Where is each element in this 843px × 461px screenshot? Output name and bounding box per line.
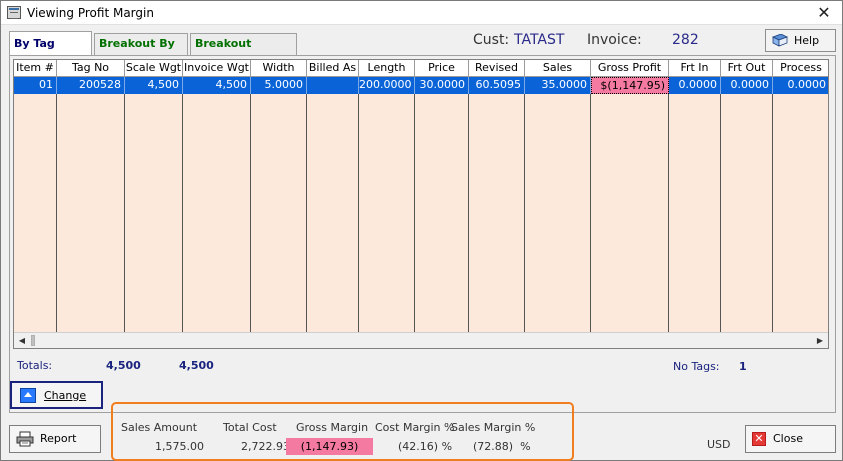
cell-sales[interactable]: 35.0000 (525, 77, 591, 94)
close-x-icon: ✕ (752, 432, 766, 446)
grid-divider (182, 94, 183, 332)
cell-scale-wgt[interactable]: 4,500 (125, 77, 183, 94)
sales-margin-label: Sales Margin % (451, 421, 536, 434)
col-header-revised[interactable]: Revised (469, 60, 525, 77)
totals-scale-wgt: 4,500 (106, 359, 141, 372)
cell-invoice-wgt[interactable]: 4,500 (183, 77, 251, 94)
help-book-icon (772, 34, 788, 47)
cell-billed-as[interactable] (307, 77, 359, 94)
horizontal-scrollbar[interactable]: ◀ ▶ (14, 332, 828, 348)
margin-summary: Sales Amount Total Cost Gross Margin Cos… (111, 402, 574, 461)
printer-icon (16, 431, 34, 447)
col-header-billed-as[interactable]: Billed As (307, 60, 359, 77)
grid-divider (772, 94, 773, 332)
col-header-frt-in[interactable]: Frt In (669, 60, 721, 77)
cell-process[interactable]: 0.0000 (773, 77, 828, 94)
col-header-scale-wgt[interactable]: Scale Wgt (125, 60, 183, 77)
col-header-process[interactable]: Process (773, 60, 828, 77)
col-header-price[interactable]: Price (415, 60, 469, 77)
no-tags-value: 1 (739, 360, 747, 373)
app-icon (7, 6, 21, 19)
window-close-icon[interactable]: ✕ (814, 3, 834, 23)
grid-divider (524, 94, 525, 332)
cell-length[interactable]: 200.0000 (359, 77, 415, 94)
cell-revised[interactable]: 60.5095 (469, 77, 525, 94)
profit-margin-window: Viewing Profit Margin ✕ By Tag Number Br… (0, 0, 843, 461)
profit-grid[interactable]: Item # Tag No Scale Wgt Invoice Wgt Widt… (13, 59, 829, 349)
grid-divider (590, 94, 591, 332)
cust-label: Cust: (473, 32, 510, 48)
cell-item[interactable]: 01 (14, 77, 57, 94)
tab-breakout-summary[interactable]: Breakout Summary (190, 33, 297, 70)
grid-divider (358, 94, 359, 332)
cust-value: TATAST (514, 32, 565, 48)
invoice-value: 282 (672, 32, 699, 48)
grid-divider (414, 94, 415, 332)
grid-divider (668, 94, 669, 332)
gross-margin-value: (1,147.93) (286, 438, 373, 455)
grid-divider (56, 94, 57, 332)
totals-invoice-wgt: 4,500 (179, 359, 214, 372)
col-header-gross-profit[interactable]: Gross Profit (591, 60, 669, 77)
scroll-left-icon[interactable]: ◀ (14, 333, 30, 348)
report-label: Report (40, 432, 77, 445)
tab-by-tag-number[interactable]: By Tag Number (9, 31, 92, 74)
sales-amount-value: 1,575.00 (155, 440, 204, 453)
help-button[interactable]: Help (765, 29, 836, 52)
help-label: Help (794, 34, 820, 47)
cell-frt-out[interactable]: 0.0000 (721, 77, 773, 94)
tab-breakout-by-line[interactable]: Breakout By Line (94, 33, 188, 70)
col-header-frt-out[interactable]: Frt Out (721, 60, 773, 77)
cost-margin-label: Cost Margin % (375, 421, 455, 434)
change-label: Change (44, 389, 87, 402)
up-arrow-icon (20, 388, 36, 403)
grid-divider (250, 94, 251, 332)
grid-divider (720, 94, 721, 332)
col-header-item[interactable]: Item # (14, 60, 57, 77)
cell-price[interactable]: 30.0000 (415, 77, 469, 94)
cell-frt-in[interactable]: 0.0000 (669, 77, 721, 94)
gross-margin-label: Gross Margin (296, 421, 369, 434)
total-cost-label: Total Cost (223, 421, 277, 434)
currency-code: USD (707, 438, 731, 451)
col-header-sales[interactable]: Sales (525, 60, 591, 77)
title-bar: Viewing Profit Margin ✕ (1, 1, 842, 25)
scroll-thumb[interactable] (31, 335, 35, 346)
col-header-width[interactable]: Width (251, 60, 307, 77)
grid-divider (468, 94, 469, 332)
window-title: Viewing Profit Margin (27, 6, 154, 20)
cell-gross-profit[interactable]: $(1,147.95) (591, 77, 669, 94)
tab-panel: Item # Tag No Scale Wgt Invoice Wgt Widt… (9, 55, 836, 413)
sales-amount-label: Sales Amount (121, 421, 198, 434)
close-label: Close (773, 432, 803, 445)
report-button[interactable]: Report (9, 425, 101, 453)
change-button[interactable]: Change (10, 381, 103, 409)
grid-divider (124, 94, 125, 332)
total-cost-value: 2,722.93 (241, 440, 290, 453)
invoice-label: Invoice: (587, 32, 642, 48)
sales-margin-value: (72.88) % (473, 440, 531, 453)
col-header-tag-no[interactable]: Tag No (57, 60, 125, 77)
close-button[interactable]: ✕ Close (745, 425, 836, 453)
grid-divider (306, 94, 307, 332)
cost-margin-value: (42.16) % (398, 440, 453, 453)
cell-tag-no[interactable]: 200528 (57, 77, 125, 94)
totals-label: Totals: (17, 359, 53, 372)
scroll-right-icon[interactable]: ▶ (812, 333, 828, 348)
col-header-invoice-wgt[interactable]: Invoice Wgt (183, 60, 251, 77)
cell-width[interactable]: 5.0000 (251, 77, 307, 94)
grid-header: Item # Tag No Scale Wgt Invoice Wgt Widt… (14, 60, 828, 77)
no-tags-label: No Tags: (673, 360, 720, 373)
table-row[interactable]: 01 200528 4,500 4,500 5.0000 200.0000 30… (14, 77, 828, 94)
col-header-length[interactable]: Length (359, 60, 415, 77)
